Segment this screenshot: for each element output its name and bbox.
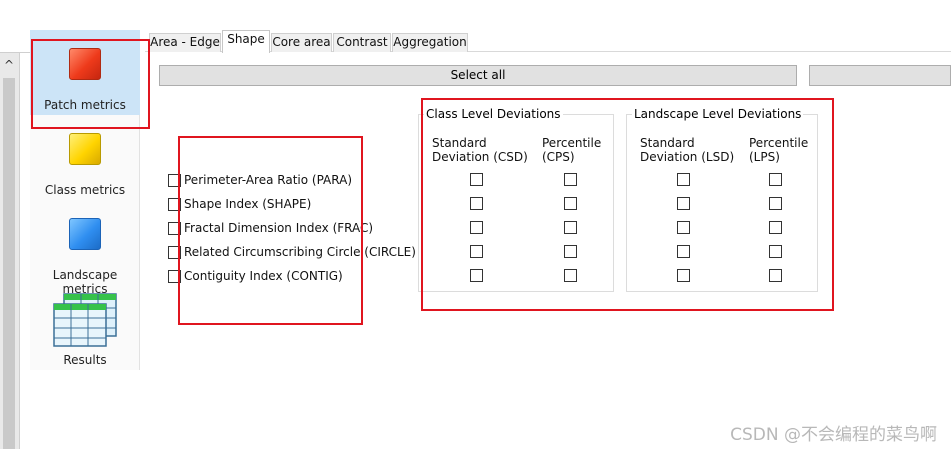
annotation-box-metric-list <box>178 136 363 325</box>
nav-label-results[interactable]: Results <box>30 353 140 367</box>
scroll-up-button[interactable]: ^ <box>1 58 17 74</box>
landscape-metrics-icon[interactable] <box>69 218 101 250</box>
deselect-button-partial[interactable] <box>809 65 951 86</box>
watermark: CSDN @不会编程的菜鸟啊 <box>730 425 937 445</box>
results-table-icon[interactable] <box>52 292 118 348</box>
nav-label-class[interactable]: Class metrics <box>30 183 140 197</box>
annotation-box-deviations <box>421 98 834 311</box>
tab-area-edge[interactable]: Area - Edge <box>149 33 221 52</box>
select-all-button[interactable]: Select all <box>159 65 797 86</box>
tab-core-area[interactable]: Core area <box>271 33 332 52</box>
tab-aggregation[interactable]: Aggregation <box>392 33 468 52</box>
class-metrics-icon[interactable] <box>69 133 101 165</box>
tab-contrast[interactable]: Contrast <box>333 33 391 52</box>
annotation-box-patch-metrics <box>31 39 150 129</box>
tab-shape[interactable]: Shape <box>222 30 270 53</box>
scroll-thumb[interactable] <box>3 78 15 449</box>
